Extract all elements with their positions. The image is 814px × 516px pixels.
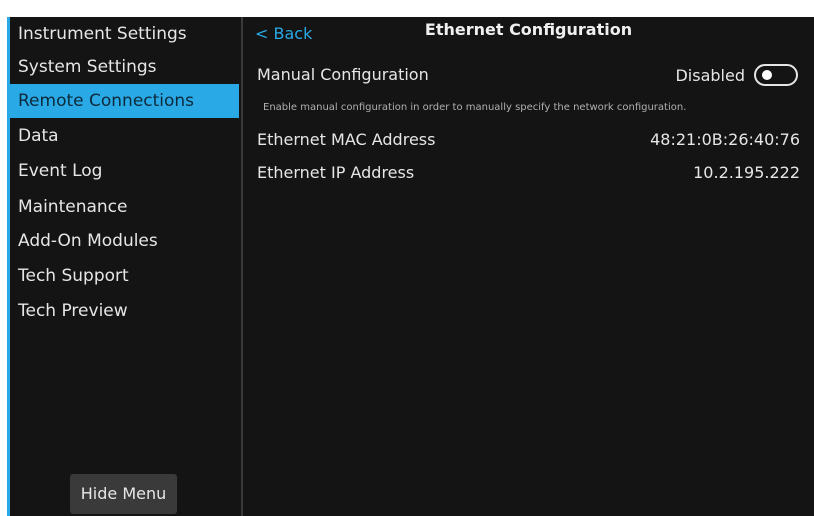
ethernet-configuration-panel: Ethernet Configuration < Back Manual Con… [243, 17, 814, 516]
manual-configuration-hint: Enable manual configuration in order to … [263, 102, 687, 113]
settings-screen: Instrument Settings System Settings Remo… [7, 17, 814, 516]
back-button[interactable]: < Back [255, 24, 312, 43]
page-title: Ethernet Configuration [424, 20, 633, 39]
sidebar-item-tech-preview[interactable]: Tech Preview [10, 294, 239, 328]
sidebar-item-tech-support[interactable]: Tech Support [10, 259, 239, 293]
manual-configuration-status: Disabled [675, 65, 745, 85]
mac-address-label: Ethernet MAC Address [257, 130, 436, 149]
ip-address-value: 10.2.195.222 [693, 163, 800, 182]
sidebar-item-data[interactable]: Data [10, 119, 239, 153]
sidebar-item-remote-connections[interactable]: Remote Connections [10, 84, 239, 118]
manual-configuration-control: Disabled [675, 64, 798, 86]
sidebar-item-add-on-modules[interactable]: Add-On Modules [10, 224, 239, 258]
sidebar-item-event-log[interactable]: Event Log [10, 154, 239, 188]
manual-configuration-label: Manual Configuration [257, 65, 429, 84]
sidebar-item-system-settings[interactable]: System Settings [10, 50, 239, 84]
hide-menu-button[interactable]: Hide Menu [70, 474, 177, 514]
ip-address-label: Ethernet IP Address [257, 163, 415, 182]
sidebar-item-maintenance[interactable]: Maintenance [10, 190, 239, 224]
mac-address-value: 48:21:0B:26:40:76 [650, 130, 800, 149]
sidebar-item-instrument-settings[interactable]: Instrument Settings [10, 17, 239, 51]
toggle-knob [762, 70, 772, 80]
sidebar-menu: Instrument Settings System Settings Remo… [7, 17, 239, 516]
manual-configuration-toggle[interactable] [754, 64, 798, 86]
